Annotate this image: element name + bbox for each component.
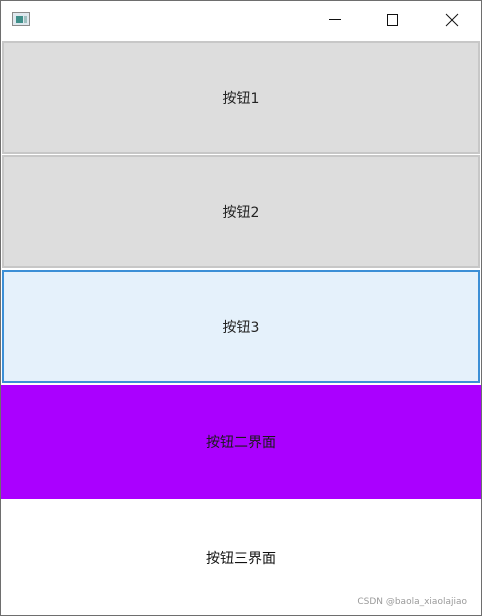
minimize-icon xyxy=(329,19,341,20)
app-icon-block xyxy=(16,16,23,23)
app-icon-strip xyxy=(24,16,27,23)
maximize-icon xyxy=(387,14,398,26)
button-3-label: 按钮3 xyxy=(222,319,260,336)
stack-panel: 按钮1 按钮2 按钮3 按钮二界面 按钮三界面 xyxy=(1,40,481,615)
button-2[interactable]: 按钮2 xyxy=(2,155,480,268)
close-icon xyxy=(445,13,459,27)
watermark-text: CSDN @baola_xiaolajiao xyxy=(357,597,467,607)
button-second-window[interactable]: 按钮二界面 xyxy=(1,385,481,499)
button-3[interactable]: 按钮3 xyxy=(2,270,480,383)
button-1-label: 按钮1 xyxy=(222,90,260,107)
app-window: 按钮1 按钮2 按钮3 按钮二界面 按钮三界面 CSDN @baola_xiao… xyxy=(0,0,482,616)
close-button[interactable] xyxy=(427,1,473,39)
minimize-button[interactable] xyxy=(321,1,367,39)
window-app-icon xyxy=(12,12,30,26)
button-2-label: 按钮2 xyxy=(222,204,260,221)
title-bar[interactable] xyxy=(1,1,481,40)
button-third-window-label: 按钮三界面 xyxy=(206,550,276,567)
maximize-button[interactable] xyxy=(367,1,413,39)
button-second-window-label: 按钮二界面 xyxy=(206,435,276,451)
button-1[interactable]: 按钮1 xyxy=(2,41,480,154)
